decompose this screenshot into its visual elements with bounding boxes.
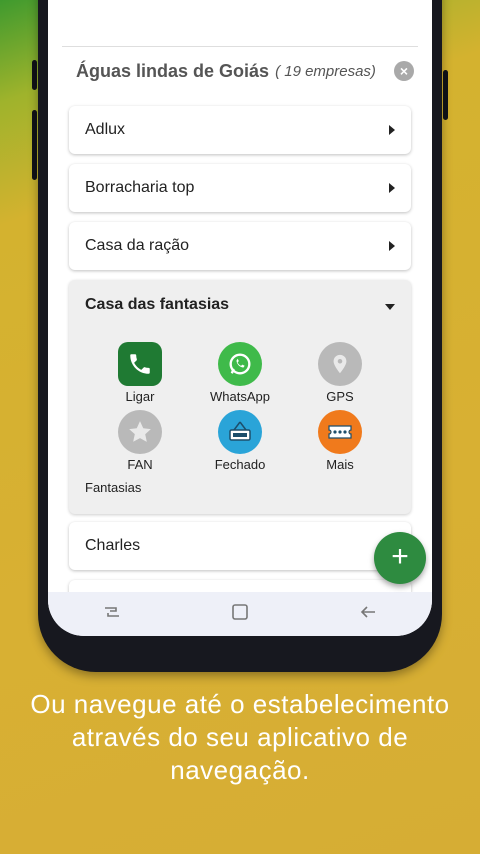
caret-right-icon	[389, 125, 395, 135]
home-icon[interactable]	[231, 603, 249, 626]
power-button	[443, 70, 448, 120]
caption-text: Ou navegue até o estabelecimento através…	[30, 689, 450, 785]
whatsapp-icon	[218, 342, 262, 386]
star-icon	[118, 410, 162, 454]
action-label: WhatsApp	[210, 389, 270, 404]
group-count: ( 19 empresas)	[275, 62, 376, 80]
volume-button	[32, 60, 37, 90]
action-label: FAN	[127, 457, 153, 472]
gps-icon	[318, 342, 362, 386]
divider	[62, 0, 418, 47]
list-item[interactable]: Casa da ração	[69, 222, 411, 270]
expanded-item-title[interactable]: Casa das fantasias	[85, 296, 229, 314]
group-title: Águas lindas de Goiás	[76, 60, 270, 81]
list-item-label: Adlux	[85, 121, 126, 138]
list-item-label: Charles	[85, 537, 141, 554]
closed-sign-icon	[218, 410, 262, 454]
close-icon[interactable]: ×	[394, 61, 414, 81]
action-label: GPS	[326, 389, 354, 404]
phone-screen: Águas lindas de Goiás ( 19 empresas) × A…	[48, 0, 432, 636]
status-button[interactable]: Fechado	[200, 410, 280, 472]
system-nav-bar	[48, 592, 432, 636]
group-header: Águas lindas de Goiás ( 19 empresas) ×	[62, 52, 418, 90]
list-item[interactable]: Adlux	[69, 106, 411, 154]
more-button[interactable]: Mais	[300, 410, 380, 472]
call-button[interactable]: Ligar	[100, 342, 180, 404]
list-item[interactable]: Charles	[69, 522, 411, 570]
more-icon	[318, 410, 362, 454]
recents-icon[interactable]	[102, 603, 122, 626]
action-label: Fechado	[214, 457, 266, 472]
back-icon[interactable]	[358, 603, 378, 626]
fan-button[interactable]: FAN	[100, 410, 180, 472]
gps-button[interactable]: GPS	[300, 342, 380, 404]
list-item[interactable]: Borracharia top	[69, 164, 411, 212]
expanded-item-description: Fantasias	[85, 480, 142, 495]
promo-caption: Ou navegue até o estabelecimento através…	[0, 688, 480, 787]
plus-icon: +	[391, 540, 409, 573]
caret-right-icon	[389, 183, 395, 193]
list-item-label: Borracharia top	[85, 179, 195, 196]
whatsapp-button[interactable]: WhatsApp	[200, 342, 280, 404]
action-label: Mais	[326, 457, 354, 472]
caret-down-icon[interactable]	[385, 304, 395, 310]
phone-icon	[118, 342, 162, 386]
list-item-label: Casa da ração	[85, 237, 190, 254]
expanded-item: Casa das fantasias Ligar WhatsApp GPS FA…	[69, 280, 411, 514]
action-label: Ligar	[125, 389, 155, 404]
caret-right-icon	[389, 241, 395, 251]
add-button[interactable]: +	[374, 532, 426, 584]
volume-button	[32, 110, 37, 180]
